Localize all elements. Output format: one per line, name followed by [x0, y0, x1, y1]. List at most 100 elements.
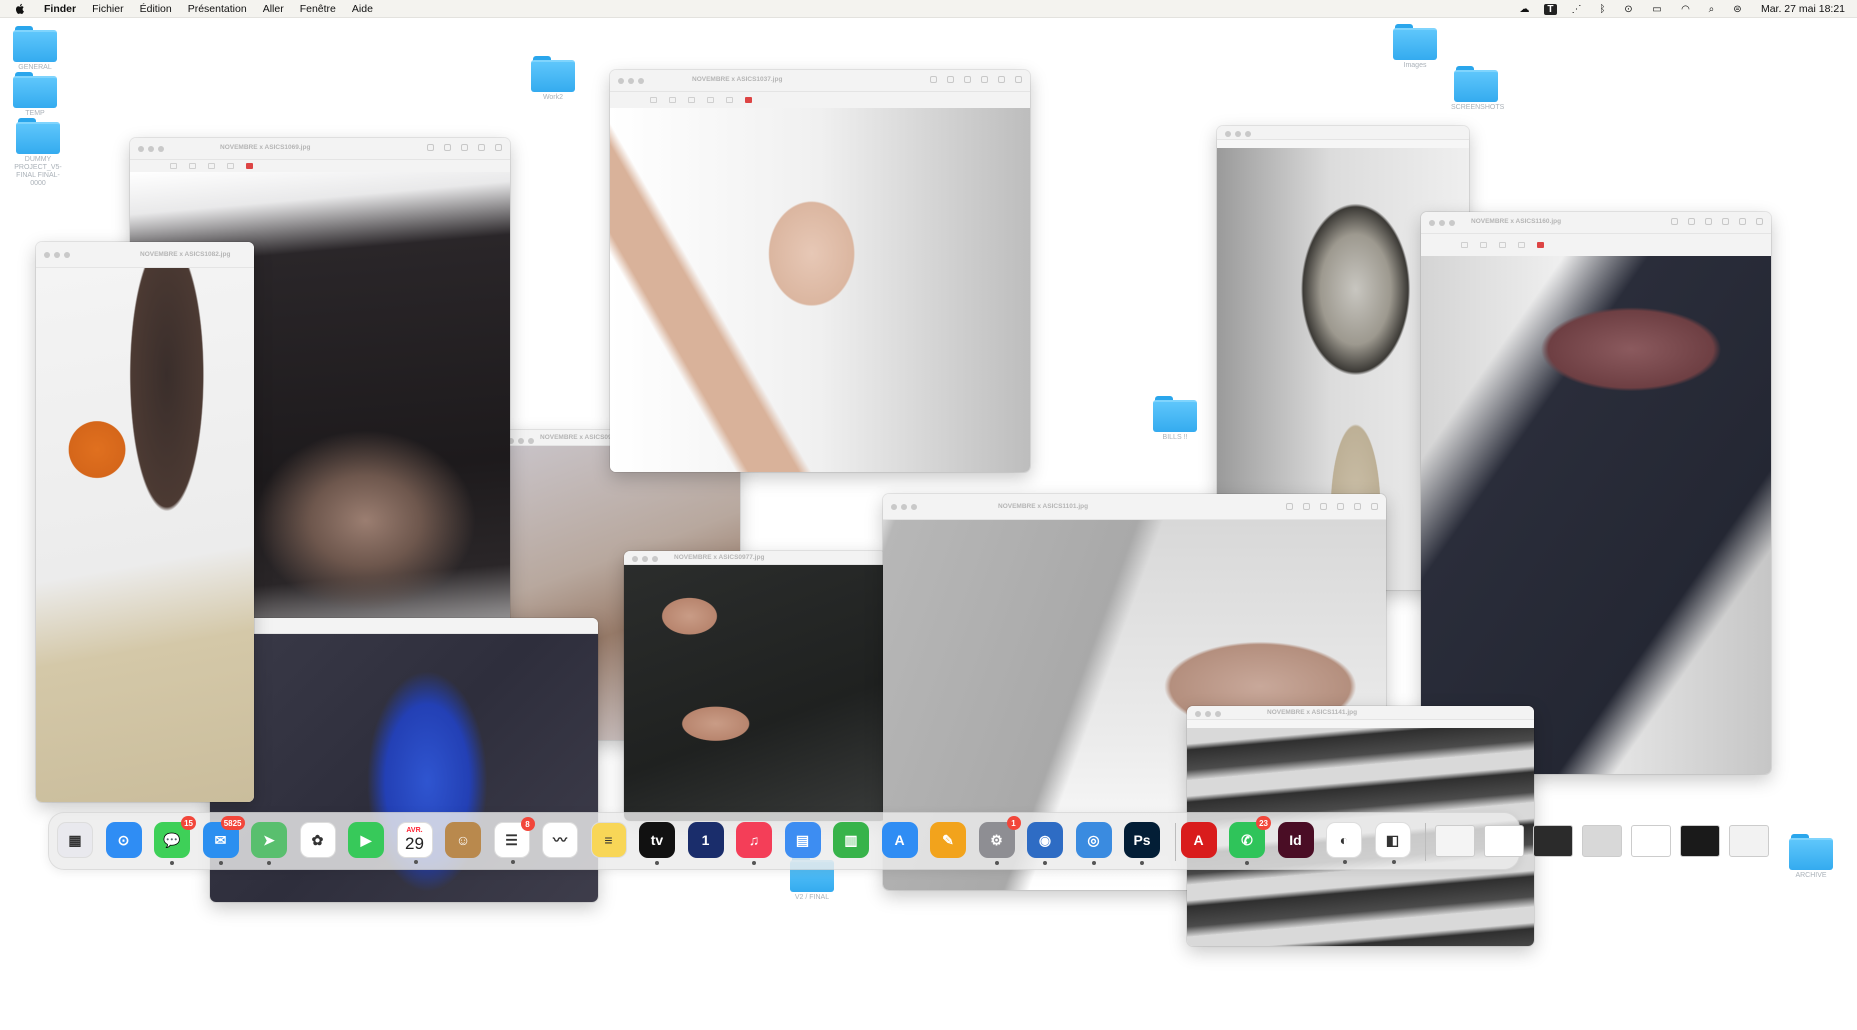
minimize-button[interactable]: [54, 252, 60, 258]
color-tool[interactable]: [1537, 242, 1544, 248]
search-button[interactable]: [495, 144, 502, 151]
dock-app-numbers[interactable]: ▥: [833, 822, 869, 858]
dock-app-contacts[interactable]: ☺: [445, 822, 481, 858]
preview-window[interactable]: NOVEMBRE x ASICS1037.jpg: [610, 70, 1030, 472]
menubar-clock[interactable]: Mar. 27 mai 18:21: [1761, 3, 1845, 15]
minimize-button[interactable]: [901, 504, 907, 510]
dock-app-photos[interactable]: ✿: [299, 822, 336, 858]
zoom-button[interactable]: [1449, 220, 1455, 226]
minimized-window-thumbnail[interactable]: [1631, 825, 1671, 857]
menu-fichier[interactable]: Fichier: [92, 3, 124, 15]
markup-button[interactable]: [1739, 218, 1746, 225]
menu-edition[interactable]: Édition: [140, 3, 172, 15]
sketch-tool[interactable]: [1480, 242, 1487, 248]
desktop-folder[interactable]: Work2: [528, 56, 578, 102]
dock-app-facetime[interactable]: ▶: [348, 822, 384, 858]
dock-app-mail[interactable]: ✉ 5825: [202, 816, 245, 865]
shapes-tool[interactable]: [1499, 242, 1506, 248]
close-button[interactable]: [1225, 131, 1231, 137]
close-button[interactable]: [44, 252, 50, 258]
close-button[interactable]: [632, 556, 638, 562]
desktop-folder[interactable]: ARCHIVE: [1786, 834, 1836, 880]
dock-app-app-store[interactable]: A: [881, 822, 918, 858]
close-button[interactable]: [1429, 220, 1435, 226]
spotlight-icon[interactable]: ⌕: [1705, 4, 1718, 15]
zoom-in-button[interactable]: [1320, 503, 1327, 510]
minimize-button[interactable]: [628, 78, 634, 84]
window-toolbar[interactable]: NOVEMBRE x ASICS1101.jpg: [883, 494, 1386, 520]
minimized-window-thumbnail[interactable]: [1680, 825, 1720, 857]
dock-app-preview[interactable]: ◧: [1374, 822, 1411, 864]
menu-presentation[interactable]: Présentation: [188, 3, 247, 15]
desktop-folder[interactable]: Images: [1390, 24, 1440, 70]
window-toolbar[interactable]: NOVEMBRE x ASICS0977.jpg: [624, 551, 886, 565]
minimize-button[interactable]: [642, 556, 648, 562]
close-button[interactable]: [1195, 711, 1201, 717]
wifi-icon[interactable]: ◠: [1679, 4, 1692, 15]
dock-app-indesign[interactable]: Id: [1277, 822, 1314, 858]
info-button[interactable]: [1671, 218, 1678, 225]
search-button[interactable]: [1371, 503, 1378, 510]
info-button[interactable]: [1286, 503, 1293, 510]
markup-button[interactable]: [998, 76, 1005, 83]
zoom-button[interactable]: [64, 252, 70, 258]
window-toolbar[interactable]: [210, 618, 598, 634]
select-tool[interactable]: [650, 97, 657, 103]
minimized-window-thumbnail[interactable]: [1582, 825, 1622, 857]
close-button[interactable]: [138, 146, 144, 152]
window-toolbar[interactable]: [1217, 126, 1469, 140]
sketch-tool[interactable]: [189, 163, 196, 169]
markup-toolbar[interactable]: [1421, 234, 1771, 256]
menu-app-name[interactable]: Finder: [44, 3, 76, 15]
select-tool[interactable]: [1461, 242, 1468, 248]
share-button[interactable]: [981, 76, 988, 83]
markup-button[interactable]: [478, 144, 485, 151]
dock-app-blender[interactable]: ◐: [1326, 822, 1362, 864]
share-button[interactable]: [1722, 218, 1729, 225]
dock-app-calendar[interactable]: AVR. 29: [396, 822, 433, 864]
shapes-tool[interactable]: [688, 97, 695, 103]
bluetooth-icon[interactable]: ᛒ: [1596, 4, 1609, 15]
shapes-tool[interactable]: [208, 163, 215, 169]
color-tool[interactable]: [246, 163, 253, 169]
dock-app-apple-tv[interactable]: tv: [639, 822, 675, 865]
markup-toolbar[interactable]: [610, 92, 1030, 108]
zoom-in-button[interactable]: [1705, 218, 1712, 225]
desktop-folder[interactable]: DUMMY PROJECT_V5-FINAL FINAL-0000: [10, 118, 66, 188]
dock-app-capture-one-pro[interactable]: ◎: [1075, 822, 1112, 865]
dock-app-reminders[interactable]: ☰ 8: [493, 817, 535, 864]
select-tool[interactable]: [170, 163, 177, 169]
close-button[interactable]: [891, 504, 897, 510]
desktop-folder[interactable]: GENERAL: [10, 26, 60, 72]
menu-fenetre[interactable]: Fenêtre: [300, 3, 336, 15]
dock-app-acrobat[interactable]: A: [1180, 822, 1217, 858]
minimized-window-thumbnail[interactable]: [1484, 825, 1524, 857]
window-toolbar[interactable]: NOVEMBRE x ASICS1160.jpg: [1421, 212, 1771, 234]
dock-app-freeform[interactable]: 〰: [542, 822, 578, 858]
creative-cloud-icon[interactable]: ☁: [1518, 4, 1531, 15]
minimize-button[interactable]: [1439, 220, 1445, 226]
battery-icon[interactable]: ▭: [1648, 4, 1666, 15]
zoom-button[interactable]: [652, 556, 658, 562]
dock-app-notes[interactable]: ≡: [590, 822, 627, 858]
desktop-folder[interactable]: TEMP: [10, 72, 60, 118]
activity-icon[interactable]: ⋰: [1570, 4, 1583, 15]
menu-aide[interactable]: Aide: [352, 3, 373, 15]
share-button[interactable]: [461, 144, 468, 151]
dock-app-music[interactable]: ♫: [736, 822, 772, 865]
dock-app-photoshop[interactable]: Ps: [1124, 822, 1160, 865]
desktop-folder[interactable]: SCREENSHOTS: [1451, 66, 1504, 112]
zoom-out-button[interactable]: [947, 76, 954, 83]
zoom-button[interactable]: [158, 146, 164, 152]
dock-app-1password[interactable]: 1: [687, 822, 724, 858]
zoom-button[interactable]: [1215, 711, 1221, 717]
zoom-button[interactable]: [911, 504, 917, 510]
dock-app-system-settings[interactable]: ⚙ 1: [978, 816, 1021, 865]
text-tool[interactable]: [707, 97, 714, 103]
dock-app-maps[interactable]: ➤: [251, 822, 287, 865]
color-tool[interactable]: [745, 97, 752, 103]
preview-window[interactable]: NOVEMBRE x ASICS1160.jpg: [1421, 212, 1771, 774]
dock-app-launchpad[interactable]: ▦: [57, 822, 93, 858]
dock-app-messages[interactable]: 💬 15: [154, 816, 196, 865]
zoom-button[interactable]: [528, 438, 534, 444]
